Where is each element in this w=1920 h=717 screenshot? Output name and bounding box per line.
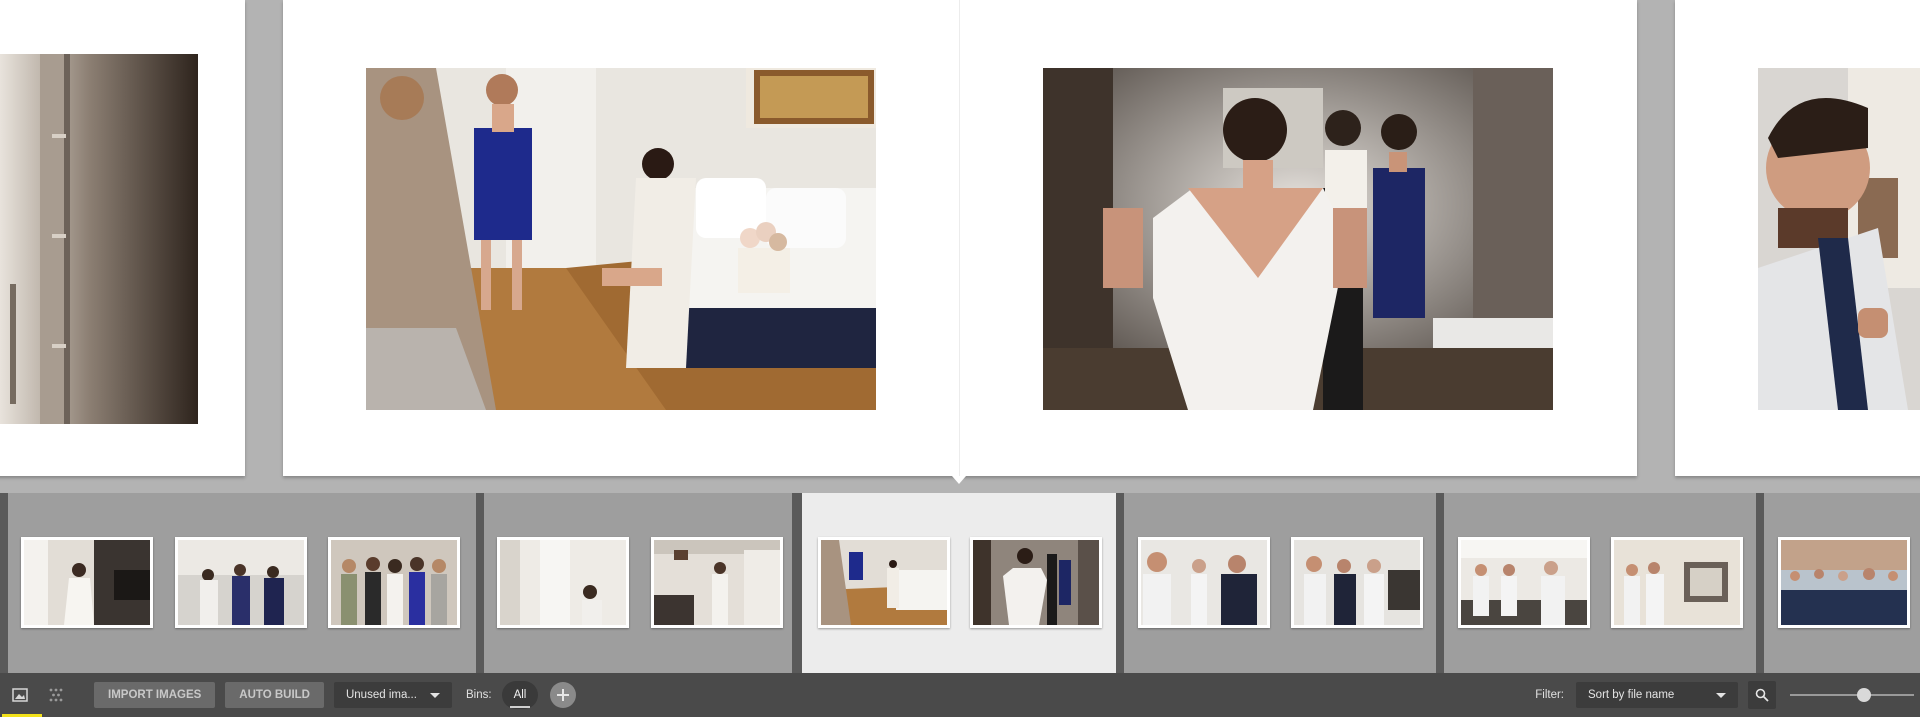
- spread-filmstrip[interactable]: [0, 493, 1920, 673]
- bins-label: Bins:: [465, 689, 492, 701]
- filmstrip-thumbnail[interactable]: [1138, 537, 1270, 628]
- filter-label: Filter:: [1535, 689, 1564, 701]
- unused-images-select[interactable]: Unused ima...: [333, 682, 452, 708]
- filmstrip-thumbnail[interactable]: [651, 537, 783, 628]
- plus-icon: [557, 689, 570, 701]
- search-icon: [1755, 688, 1769, 702]
- bin-all-chip[interactable]: All: [501, 681, 539, 709]
- spread-center-fold: [959, 0, 960, 476]
- previous-spread-photo[interactable]: [0, 54, 198, 424]
- filmstrip-thumbnail[interactable]: [175, 537, 307, 628]
- bottom-toolbar: IMPORT IMAGES AUTO BUILD Unused ima... B…: [0, 673, 1920, 717]
- next-spread-page[interactable]: [1675, 0, 1920, 476]
- sort-select-value: Sort by file name: [1588, 689, 1675, 701]
- filmstrip-spread-6[interactable]: [1764, 493, 1920, 673]
- spread-photo-left[interactable]: [366, 68, 876, 410]
- zoom-slider[interactable]: [1784, 673, 1920, 717]
- filmstrip-thumbnail[interactable]: [970, 537, 1102, 628]
- add-bin-button[interactable]: [550, 682, 577, 708]
- filmstrip-spread-5[interactable]: [1444, 493, 1756, 673]
- current-spread-pointer: [952, 476, 966, 484]
- filmstrip-thumbnail[interactable]: [1611, 537, 1743, 628]
- filmstrip-thumbnail[interactable]: [1291, 537, 1423, 628]
- spread-photo-right[interactable]: [1043, 68, 1553, 410]
- filmstrip-thumbnail[interactable]: [1778, 537, 1910, 628]
- grid-dots-icon[interactable]: [38, 673, 74, 717]
- filmstrip-spread-4[interactable]: [1124, 493, 1436, 673]
- search-button[interactable]: [1748, 681, 1776, 709]
- album-spread-canvas[interactable]: [0, 0, 1920, 493]
- bin-all-label: All: [513, 689, 527, 701]
- import-images-button[interactable]: IMPORT IMAGES: [94, 682, 216, 708]
- previous-spread-page[interactable]: [0, 0, 245, 476]
- zoom-slider-track: [1790, 694, 1914, 696]
- filmstrip-thumbnail[interactable]: [497, 537, 629, 628]
- filmstrip-thumbnail[interactable]: [328, 537, 460, 628]
- filmstrip-spread-1[interactable]: [8, 493, 476, 673]
- caret-down-icon: [429, 692, 440, 698]
- filmstrip-thumbnail[interactable]: [21, 537, 153, 628]
- filmstrip-spread-2[interactable]: [484, 493, 792, 673]
- auto-build-button[interactable]: AUTO BUILD: [225, 682, 324, 708]
- sort-select[interactable]: Sort by file name: [1576, 682, 1738, 708]
- image-icon[interactable]: [2, 673, 42, 717]
- unused-images-select-value: Unused ima...: [345, 689, 417, 701]
- current-spread[interactable]: [283, 0, 1637, 484]
- caret-down-icon: [1716, 692, 1726, 698]
- filmstrip-thumbnail[interactable]: [818, 537, 950, 628]
- next-spread-photo[interactable]: [1758, 68, 1920, 410]
- filmstrip-spread-3-current[interactable]: [802, 493, 1116, 673]
- filmstrip-thumbnail[interactable]: [1458, 537, 1590, 628]
- zoom-slider-thumb[interactable]: [1857, 688, 1872, 702]
